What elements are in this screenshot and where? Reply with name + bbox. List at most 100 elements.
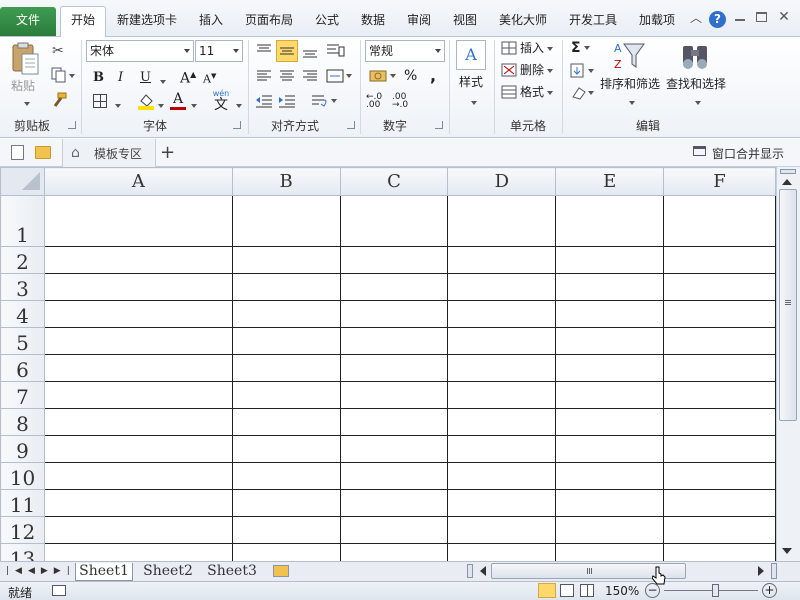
cell[interactable] — [231, 195, 341, 247]
restore-icon[interactable] — [756, 12, 767, 22]
cell[interactable] — [555, 273, 665, 301]
find-select-button[interactable]: 查找和选择 — [666, 76, 726, 92]
scroll-up-icon[interactable] — [782, 179, 792, 185]
cell[interactable] — [339, 516, 449, 544]
delete-cells-icon[interactable] — [501, 63, 517, 77]
cell[interactable] — [447, 435, 557, 463]
cell[interactable] — [339, 195, 449, 247]
align-right-icon[interactable] — [299, 65, 321, 87]
copy-icon[interactable] — [50, 67, 76, 83]
phonetic-icon[interactable]: wén 文 — [210, 90, 232, 113]
tab-review[interactable]: 审阅 — [402, 8, 436, 36]
template-tab[interactable]: ⌂ 模板专区 — [62, 139, 156, 167]
cell[interactable] — [43, 435, 233, 463]
scroll-right-icon[interactable] — [758, 566, 764, 576]
number-launcher-icon[interactable] — [435, 121, 443, 129]
fill-icon[interactable] — [570, 63, 596, 79]
sheet-nav-icon[interactable]: |◀◀▶▶| — [6, 566, 76, 576]
cell[interactable] — [339, 462, 449, 490]
cell[interactable] — [663, 354, 776, 382]
cell[interactable] — [43, 489, 233, 517]
cell[interactable] — [231, 489, 341, 517]
format-painter-icon[interactable] — [50, 92, 68, 108]
cell[interactable] — [43, 462, 233, 490]
tab-data[interactable]: 数据 — [356, 8, 390, 36]
cell[interactable] — [555, 195, 665, 247]
cell[interactable] — [43, 381, 233, 409]
page-break-view-icon[interactable] — [580, 584, 594, 597]
sort-filter-button[interactable]: 排序和筛选 — [600, 76, 660, 92]
row-header[interactable]: 11 — [0, 489, 45, 517]
cell[interactable] — [555, 489, 665, 517]
fill-color-dropdown-icon[interactable] — [158, 103, 164, 108]
cell[interactable] — [447, 195, 557, 247]
cell[interactable] — [339, 327, 449, 355]
cell[interactable] — [339, 300, 449, 328]
row-header[interactable]: 1 — [0, 195, 45, 247]
cell[interactable] — [231, 354, 341, 382]
cell[interactable] — [231, 273, 341, 301]
close-icon[interactable]: ✕ — [777, 9, 791, 25]
cell[interactable] — [43, 408, 233, 436]
cell[interactable] — [663, 246, 776, 274]
tab-beautify[interactable]: 美化大师 — [494, 8, 552, 36]
alignment-launcher-icon[interactable] — [347, 121, 355, 129]
cell[interactable] — [231, 300, 341, 328]
cell[interactable] — [555, 354, 665, 382]
cell[interactable] — [663, 435, 776, 463]
cell[interactable] — [663, 195, 776, 247]
cell[interactable] — [555, 381, 665, 409]
vertical-scrollbar[interactable] — [776, 167, 800, 561]
comma-button[interactable]: , — [430, 66, 436, 85]
italic-button[interactable]: I — [118, 70, 123, 85]
insert-sheet-icon[interactable] — [273, 565, 289, 577]
tab-formulas[interactable]: 公式 — [310, 8, 344, 36]
borders-dropdown-icon[interactable] — [115, 103, 121, 108]
split-box-icon[interactable] — [780, 169, 796, 174]
underline-dropdown-icon[interactable] — [160, 79, 166, 84]
row-header[interactable]: 5 — [0, 327, 45, 355]
zoom-slider-thumb[interactable] — [712, 584, 719, 597]
format-cells-icon[interactable] — [501, 85, 517, 99]
cell[interactable] — [555, 408, 665, 436]
normal-view-icon[interactable] — [538, 583, 556, 598]
collapse-ribbon-icon[interactable]: ︿ — [690, 12, 702, 24]
cell[interactable] — [555, 300, 665, 328]
cell[interactable] — [43, 543, 233, 561]
row-header[interactable]: 2 — [0, 246, 45, 274]
percent-button[interactable]: % — [404, 68, 417, 84]
add-tab-button[interactable]: + — [160, 142, 175, 163]
tab-insert[interactable]: 插入 — [194, 8, 228, 36]
sort-filter-icon[interactable]: AZ — [612, 40, 646, 74]
cell[interactable] — [231, 543, 341, 561]
font-size-select[interactable]: 11 — [195, 40, 243, 62]
zoom-in-button[interactable]: + — [762, 583, 777, 598]
scroll-left-icon[interactable] — [480, 566, 486, 576]
align-bottom-icon[interactable] — [299, 40, 321, 62]
cell[interactable] — [339, 543, 449, 561]
cell[interactable] — [231, 408, 341, 436]
decrease-decimal-icon[interactable]: .00 →.0 — [392, 93, 414, 110]
merge-center-icon[interactable] — [324, 65, 352, 87]
cell[interactable] — [663, 543, 776, 561]
tab-new-tab[interactable]: 新建选项卡 — [112, 8, 182, 36]
font-name-select[interactable]: 宋体 — [86, 40, 194, 62]
cell[interactable] — [447, 273, 557, 301]
cell[interactable] — [231, 435, 341, 463]
paste-icon[interactable] — [8, 42, 42, 76]
page-layout-view-icon[interactable] — [560, 584, 574, 597]
row-header[interactable]: 8 — [0, 408, 45, 436]
cell[interactable] — [663, 462, 776, 490]
window-merge-button[interactable]: 窗口合并显示 — [712, 145, 784, 162]
cell[interactable] — [43, 327, 233, 355]
row-header[interactable]: 9 — [0, 435, 45, 463]
cell[interactable] — [663, 273, 776, 301]
fill-color-icon[interactable] — [137, 92, 155, 110]
help-icon[interactable]: ? — [709, 11, 726, 28]
column-header[interactable]: F — [663, 167, 776, 196]
currency-icon[interactable] — [368, 68, 398, 86]
cell[interactable] — [447, 246, 557, 274]
cell[interactable] — [231, 462, 341, 490]
cell[interactable] — [339, 354, 449, 382]
select-all-corner[interactable] — [0, 167, 45, 196]
